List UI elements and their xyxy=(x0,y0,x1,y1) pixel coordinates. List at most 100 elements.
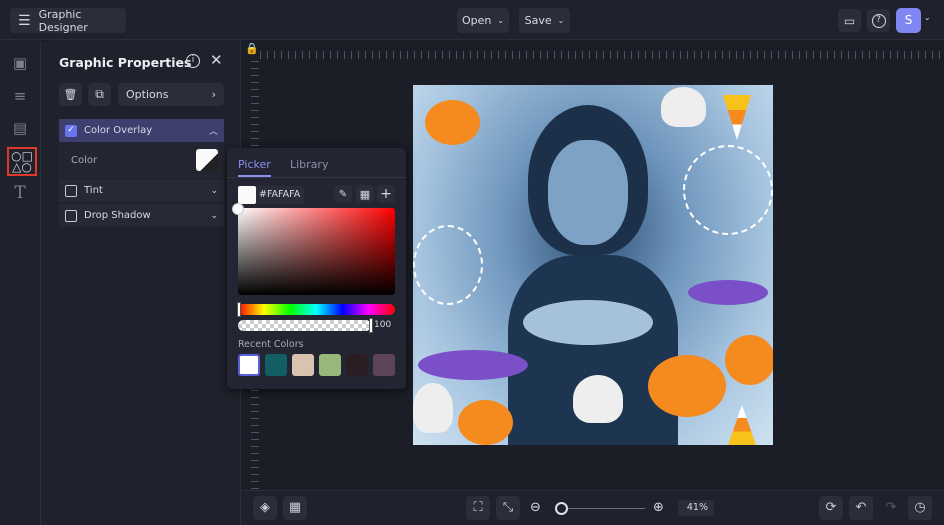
hue-slider[interactable] xyxy=(238,304,395,315)
color-row: Color xyxy=(59,142,224,178)
checkbox-checked-icon[interactable]: ✓ xyxy=(65,124,77,137)
adjustments-icon[interactable]: ≡ xyxy=(10,86,30,106)
hex-input[interactable]: #FAFAFA xyxy=(256,186,304,204)
bat xyxy=(688,280,768,305)
recent-color-swatch[interactable] xyxy=(238,354,260,376)
opacity-value[interactable]: 100 xyxy=(374,320,391,330)
pumpkin xyxy=(648,355,726,417)
divider xyxy=(227,177,406,178)
candy-corn xyxy=(728,405,756,445)
grid-icon[interactable]: ▦ xyxy=(356,185,374,203)
checkbox-icon[interactable] xyxy=(65,209,77,222)
comment-icon: ▭ xyxy=(843,13,856,28)
top-bar: ☰ Graphic Designer Open ⌄ Save ⌄ ▭ ? S ⌄ xyxy=(0,0,944,40)
pumpkin xyxy=(725,335,773,385)
lock-icon[interactable]: 🔒 xyxy=(245,42,259,55)
section-label: Tint xyxy=(84,185,103,196)
color-picker-popover: Picker Library #FAFAFA ✎ ▦ + 100 Recent … xyxy=(227,148,406,389)
chevron-down-icon: ⌄ xyxy=(210,185,218,196)
image-icon[interactable]: ▣ xyxy=(10,53,30,73)
section-label: Drop Shadow xyxy=(84,210,151,221)
save-label: Save xyxy=(524,14,552,27)
shrink-icon[interactable]: ⤡ xyxy=(496,496,520,520)
zoom-level[interactable]: 41% xyxy=(678,500,714,516)
color-label: Color xyxy=(71,154,98,166)
chevron-right-icon: › xyxy=(211,88,216,101)
skull xyxy=(573,375,623,423)
saturation-area[interactable] xyxy=(238,208,395,295)
help-button[interactable]: ? xyxy=(867,9,890,32)
zoom-in-icon[interactable]: ⊕ xyxy=(653,500,664,515)
zoom-slider-handle[interactable] xyxy=(555,502,568,515)
recent-color-swatch[interactable] xyxy=(265,354,287,376)
avatar[interactable]: S xyxy=(896,8,921,33)
skull xyxy=(413,383,453,433)
shapes-icon: ○□ △○ xyxy=(11,149,33,174)
undo-icon[interactable]: ↶ xyxy=(849,496,873,520)
save-button[interactable]: Save ⌄ xyxy=(519,8,570,33)
current-color-swatch xyxy=(238,186,256,204)
duplicate-button[interactable]: ⧉ xyxy=(88,83,111,106)
spider-web xyxy=(413,225,483,305)
open-button[interactable]: Open ⌄ xyxy=(457,8,509,33)
hamburger-icon: ☰ xyxy=(18,12,31,29)
recent-colors-label: Recent Colors xyxy=(238,339,304,350)
skull xyxy=(661,87,706,127)
horizontal-ruler xyxy=(260,43,944,59)
layout-icon[interactable]: ▤ xyxy=(10,118,30,138)
pumpkin xyxy=(425,100,480,145)
zoom-out-icon[interactable]: ⊖ xyxy=(530,500,541,515)
recent-color-swatch[interactable] xyxy=(292,354,314,376)
zoom-slider[interactable] xyxy=(559,508,645,509)
opacity-handle[interactable] xyxy=(369,318,373,333)
section-color-overlay[interactable]: ✓ Color Overlay ︿ xyxy=(59,119,224,142)
section-drop-shadow[interactable]: Drop Shadow ⌄ xyxy=(59,204,224,227)
checkbox-icon[interactable] xyxy=(65,184,77,197)
info-icon[interactable]: i xyxy=(186,54,200,68)
trash-icon: 🗑 xyxy=(63,88,78,101)
duplicate-icon: ⧉ xyxy=(95,87,104,101)
redo-icon[interactable]: ↷ xyxy=(879,496,903,520)
comments-button[interactable]: ▭ xyxy=(838,9,861,32)
recent-color-swatch[interactable] xyxy=(346,354,368,376)
chevron-down-icon: ⌄ xyxy=(497,16,505,25)
chevron-down-icon: ⌄ xyxy=(210,210,218,221)
options-label: Options xyxy=(126,88,169,101)
app-menu-button[interactable]: ☰ Graphic Designer xyxy=(10,7,126,34)
graphics-tool-selected[interactable]: ○□ △○ xyxy=(7,147,37,176)
options-button[interactable]: Options › xyxy=(118,83,224,106)
hue-handle[interactable] xyxy=(237,302,241,317)
section-tint[interactable]: Tint ⌄ xyxy=(59,179,224,202)
close-icon[interactable]: ✕ xyxy=(210,51,223,69)
tool-rail: ▣ ≡ ▤ ○□ △○ T xyxy=(0,41,41,525)
chevron-up-icon: ︿ xyxy=(208,127,218,137)
section-label: Color Overlay xyxy=(84,125,153,136)
add-color-icon[interactable]: + xyxy=(377,185,395,203)
chevron-down-icon[interactable]: ⌄ xyxy=(924,13,931,22)
fit-screen-icon[interactable]: ⛶ xyxy=(466,496,490,520)
open-label: Open xyxy=(461,14,492,27)
grid-view-icon[interactable]: ▦ xyxy=(283,496,307,520)
refresh-icon[interactable]: ⟳ xyxy=(819,496,843,520)
tab-library[interactable]: Library xyxy=(290,158,328,171)
app-title: Graphic Designer xyxy=(38,7,88,34)
chevron-down-icon: ⌄ xyxy=(557,16,565,25)
help-icon: ? xyxy=(871,13,886,28)
design-image[interactable] xyxy=(413,85,773,445)
text-icon[interactable]: T xyxy=(10,183,30,203)
tab-picker[interactable]: Picker xyxy=(238,158,271,177)
candy-corn xyxy=(723,95,751,140)
color-swatch-button[interactable] xyxy=(196,149,218,171)
panel-title: Graphic Properties xyxy=(59,55,192,70)
graphic-properties-panel: Graphic Properties i ✕ 🗑 ⧉ Options › ✓ Co… xyxy=(41,41,241,525)
bat xyxy=(418,350,528,380)
opacity-slider[interactable] xyxy=(238,320,371,331)
recent-color-swatch[interactable] xyxy=(319,354,341,376)
recent-color-swatch[interactable] xyxy=(373,354,395,376)
eyedropper-icon[interactable]: ✎ xyxy=(334,185,352,203)
saturation-handle[interactable] xyxy=(232,203,244,215)
delete-button[interactable]: 🗑 xyxy=(59,83,82,106)
history-icon[interactable]: ◷ xyxy=(908,496,932,520)
spider-web xyxy=(683,145,773,235)
layers-icon[interactable]: ◈ xyxy=(253,496,277,520)
